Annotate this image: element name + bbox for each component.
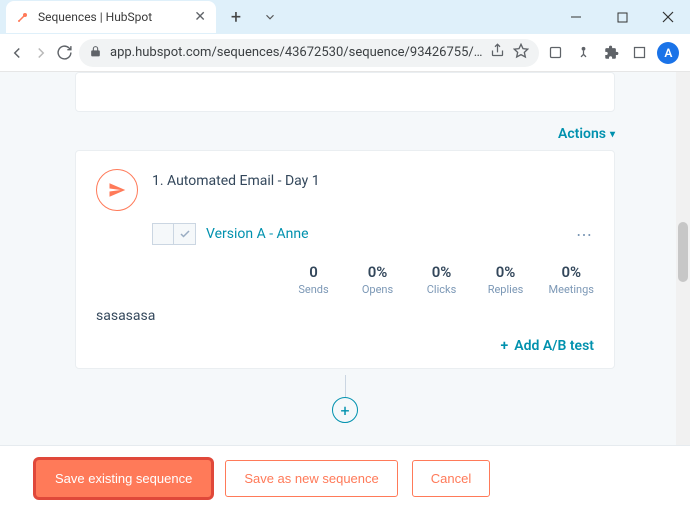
- metric-label: Opens: [357, 283, 399, 296]
- url-text: app.hubspot.com/sequences/43672530/seque…: [110, 45, 482, 60]
- metric-meetings: 0% Meetings: [549, 263, 594, 296]
- save-as-new-button[interactable]: Save as new sequence: [225, 460, 397, 497]
- save-existing-button[interactable]: Save existing sequence: [36, 460, 211, 497]
- actions-dropdown[interactable]: Actions ▾: [558, 126, 615, 142]
- back-icon[interactable]: [8, 40, 26, 66]
- metric-value: 0%: [485, 263, 527, 281]
- version-name-link[interactable]: Version A - Anne: [206, 226, 309, 242]
- extensions-puzzle-icon[interactable]: [601, 43, 621, 63]
- forward-icon: [32, 40, 50, 66]
- footer-bar: Save existing sequence Save as new seque…: [0, 445, 690, 511]
- scrollbar-thumb[interactable]: [678, 222, 688, 282]
- actions-label: Actions: [558, 126, 606, 142]
- chevron-down-icon: ▾: [610, 129, 615, 140]
- tabs-dropdown-icon[interactable]: [248, 2, 292, 32]
- cancel-button[interactable]: Cancel: [412, 460, 490, 497]
- metric-label: Clicks: [421, 283, 463, 296]
- reload-icon[interactable]: [56, 40, 73, 66]
- metric-value: 0%: [421, 263, 463, 281]
- metric-opens: 0% Opens: [357, 263, 399, 296]
- window-close-icon[interactable]: [646, 2, 690, 32]
- hubspot-favicon-icon: [16, 10, 30, 24]
- add-step-button[interactable]: +: [332, 397, 358, 423]
- connector-line: [345, 375, 346, 397]
- window-maximize-icon[interactable]: [600, 2, 644, 32]
- add-ab-test-button[interactable]: + Add A/B test: [501, 338, 594, 354]
- sequence-step-card: 1. Automated Email - Day 1 Version A - A…: [75, 150, 615, 369]
- metric-value: 0%: [357, 263, 399, 281]
- metric-label: Sends: [293, 283, 335, 296]
- plus-icon: +: [501, 338, 509, 354]
- ab-label: Add A/B test: [514, 338, 594, 354]
- metric-replies: 0% Replies: [485, 263, 527, 296]
- window-minimize-icon[interactable]: [554, 2, 598, 32]
- metric-label: Meetings: [549, 283, 594, 296]
- omnibox[interactable]: app.hubspot.com/sequences/43672530/seque…: [79, 39, 539, 67]
- email-preview-text: sasasasa: [96, 308, 594, 324]
- vertical-scrollbar[interactable]: [676, 72, 690, 453]
- step-connector: +: [75, 375, 615, 423]
- share-icon[interactable]: [490, 43, 505, 62]
- close-tab-icon[interactable]: ✕: [194, 9, 206, 25]
- step-title: 1. Automated Email - Day 1: [152, 173, 320, 189]
- version-checkbox-check-icon[interactable]: [174, 223, 196, 245]
- metric-sends: 0 Sends: [293, 263, 335, 296]
- metric-label: Replies: [485, 283, 527, 296]
- metrics-row: 0 Sends 0% Opens 0% Clicks 0% Replies 0%: [96, 263, 594, 296]
- new-tab-button[interactable]: +: [224, 7, 248, 28]
- version-toggle[interactable]: [152, 223, 196, 245]
- browser-chrome: Sequences | HubSpot ✕ + app.hubspot.com/…: [0, 0, 690, 72]
- star-icon[interactable]: [513, 43, 529, 63]
- extension-icon-2[interactable]: [573, 43, 593, 63]
- address-bar: app.hubspot.com/sequences/43672530/seque…: [0, 34, 690, 72]
- titlebar: Sequences | HubSpot ✕ +: [0, 0, 690, 34]
- tab-title: Sequences | HubSpot: [38, 10, 186, 24]
- extension-icon-1[interactable]: [545, 43, 565, 63]
- previous-step-card[interactable]: [75, 72, 615, 112]
- profile-avatar[interactable]: A: [657, 42, 679, 64]
- avatar-initial: A: [664, 46, 672, 60]
- metric-value: 0%: [549, 263, 594, 281]
- lock-icon: [89, 43, 102, 62]
- version-checkbox-empty[interactable]: [152, 223, 174, 245]
- metric-clicks: 0% Clicks: [421, 263, 463, 296]
- browser-tab[interactable]: Sequences | HubSpot ✕: [6, 1, 216, 33]
- send-email-icon: [96, 169, 138, 211]
- metric-value: 0: [293, 263, 335, 281]
- extension-icon-3[interactable]: [629, 43, 649, 63]
- page-viewport: Actions ▾ 1. Automated Email - Day 1 Ver…: [0, 72, 690, 511]
- step-more-icon[interactable]: ⋯: [576, 225, 594, 244]
